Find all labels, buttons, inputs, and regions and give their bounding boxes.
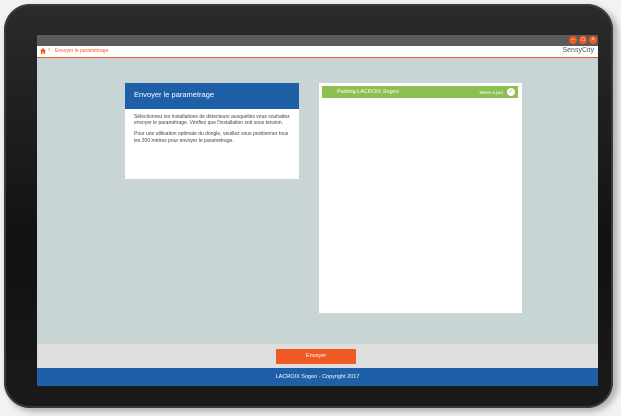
window-titlebar: – □ × bbox=[37, 35, 598, 46]
app-screen: – □ × › Envoyer le paramétrage SensyCity… bbox=[37, 35, 598, 386]
list-item-installation[interactable]: Parking LACROIX Sogeo Mettre à jour ✓ bbox=[322, 86, 518, 98]
instructions-paragraph: Pour une utilisation optimale du dongle,… bbox=[134, 131, 289, 144]
action-bar: Envoyer bbox=[37, 344, 598, 368]
minimize-icon[interactable]: – bbox=[569, 36, 577, 44]
instructions-paragraph: Sélectionnez les installations de détect… bbox=[134, 114, 290, 127]
footer: LACROIX Sogeo - Copyright 2017 bbox=[37, 368, 598, 386]
installation-name: Parking LACROIX Sogeo bbox=[337, 89, 399, 95]
check-icon[interactable]: ✓ bbox=[507, 88, 515, 96]
installation-status: Mettre à jour bbox=[479, 89, 503, 95]
panel-title: Envoyer le parametrage bbox=[125, 83, 299, 109]
brand-logo: SensyCity bbox=[562, 47, 594, 54]
instructions-panel: Envoyer le parametrage Sélectionnez les … bbox=[125, 83, 299, 179]
instructions-text: Sélectionnez les installations de détect… bbox=[125, 109, 299, 144]
home-icon[interactable] bbox=[40, 48, 46, 54]
maximize-icon[interactable]: □ bbox=[579, 36, 587, 44]
app-header: › Envoyer le paramétrage SensyCity bbox=[37, 46, 598, 58]
installations-list: Parking LACROIX Sogeo Mettre à jour ✓ bbox=[319, 83, 522, 313]
breadcrumb-separator: › bbox=[48, 47, 50, 53]
send-button[interactable]: Envoyer bbox=[276, 349, 356, 364]
tablet-frame: – □ × › Envoyer le paramétrage SensyCity… bbox=[4, 4, 613, 408]
breadcrumb[interactable]: Envoyer le paramétrage bbox=[55, 48, 108, 54]
close-icon[interactable]: × bbox=[589, 36, 597, 44]
